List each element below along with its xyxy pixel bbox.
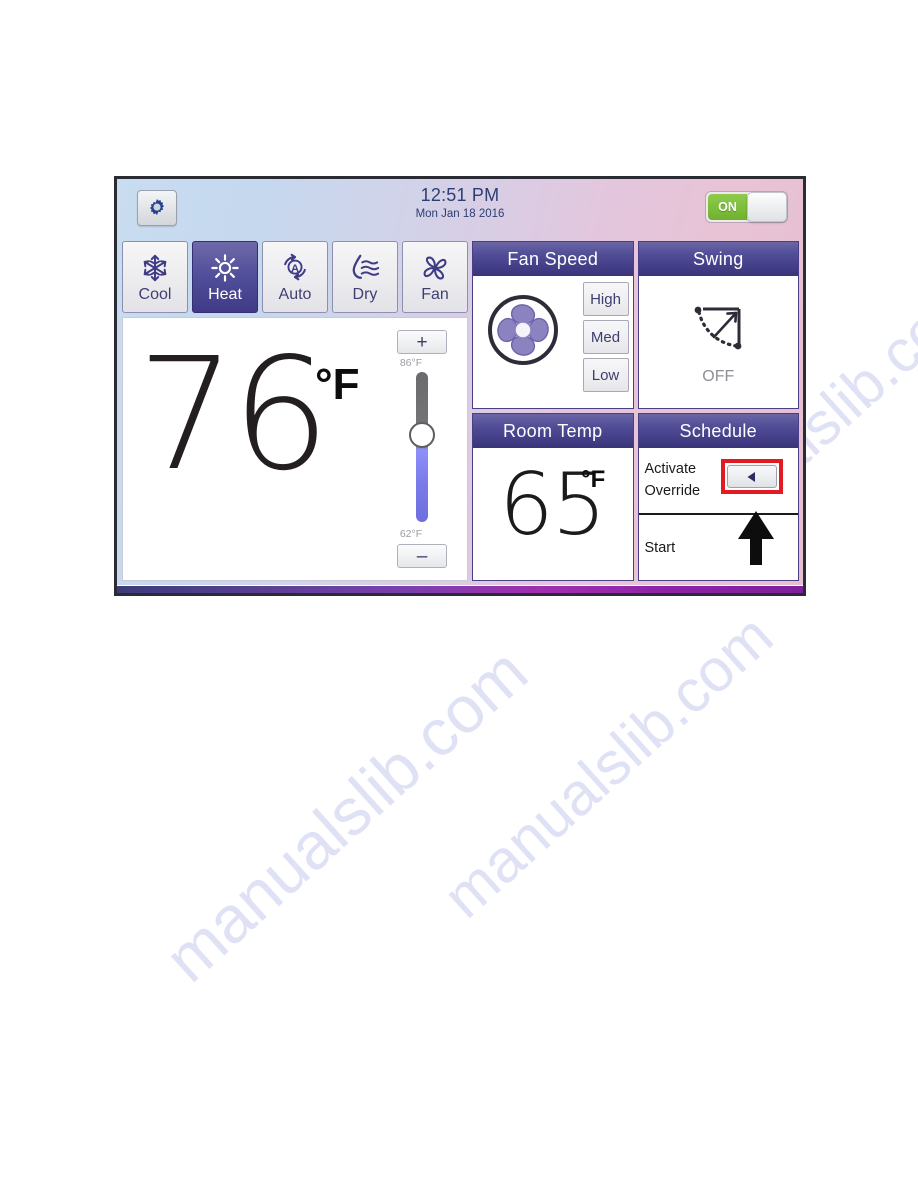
mode-button-label: Cool	[138, 285, 172, 303]
setpoint-slider-track[interactable]	[409, 372, 435, 522]
up-arrow-annotation-icon	[735, 509, 777, 567]
override-highlight-annotation	[720, 459, 783, 494]
schedule-content-wrap: Activate Override Start	[638, 448, 799, 580]
schedule-start-label: Start	[644, 539, 676, 556]
mode-button-auto[interactable]: A Auto	[262, 241, 328, 313]
svg-text:A: A	[291, 262, 299, 274]
mode-button-label: Auto	[278, 285, 312, 303]
power-toggle-thumb[interactable]	[747, 192, 787, 222]
mode-button-fan[interactable]: Fan	[402, 241, 468, 313]
left-triangle-icon	[747, 471, 755, 482]
fan-speed-option-med[interactable]: Med	[582, 320, 629, 354]
swing-status: OFF	[702, 367, 735, 385]
mode-button-label: Fan	[421, 285, 449, 303]
screen-body: Cool Heat A Auto Dry Fan 76 °F + 86°F 62…	[117, 237, 803, 585]
mode-button-dry[interactable]: Dry	[332, 241, 398, 313]
fan-speed-content: High Med Low	[473, 276, 633, 408]
right-column: Fan Speed High Med Low Swing OFF Room Te…	[472, 237, 803, 585]
water-drop-waves-icon	[349, 251, 381, 285]
schedule-override-row: Activate Override	[638, 448, 798, 515]
mode-button-row: Cool Heat A Auto Dry Fan	[122, 241, 468, 313]
clock: 12:51 PM Mon Jan 18 2016	[117, 185, 803, 220]
power-toggle-label: ON	[708, 194, 747, 220]
clock-time: 12:51 PM	[420, 185, 500, 205]
slider-max-label: 86°F	[399, 357, 423, 369]
swing-content-wrap[interactable]: OFF	[638, 276, 798, 408]
auto-cycle-icon: A	[279, 251, 311, 285]
setpoint-increase-button[interactable]: +	[397, 330, 447, 354]
sun-icon	[210, 251, 240, 285]
panel-row-bottom: Room Temp 65 °F Schedule Activate Overri…	[472, 413, 799, 581]
setpoint-unit: °F	[315, 360, 360, 409]
fan-blades-icon	[483, 290, 563, 370]
schedule-start-row: Start	[639, 511, 799, 580]
setpoint-decrease-button[interactable]: –	[397, 544, 447, 568]
mode-button-label: Dry	[352, 285, 378, 303]
activate-override-button[interactable]	[726, 465, 777, 488]
fan-blades-icon	[420, 251, 450, 285]
fan-speed-title: Fan Speed	[473, 242, 633, 276]
snowflake-icon	[140, 251, 170, 285]
fan-speed-option-high[interactable]: High	[582, 282, 629, 316]
setpoint-slider-thumb[interactable]	[409, 422, 435, 448]
room-temp-unit: °F	[581, 466, 606, 493]
thermostat-screen: 12:51 PM Mon Jan 18 2016 ON Cool Heat A …	[117, 179, 803, 585]
setpoint-slider-group: + 86°F 62°F –	[383, 324, 461, 574]
room-temp-content: 65 °F	[473, 448, 633, 580]
status-header: 12:51 PM Mon Jan 18 2016 ON	[117, 179, 803, 237]
swing-title: Swing	[638, 242, 798, 276]
activate-override-label-line2: Override	[644, 482, 701, 499]
fan-speed-option-list: High Med Low	[582, 282, 629, 392]
schedule-panel: Schedule Activate Override Start	[637, 413, 799, 581]
slider-min-label: 62°F	[399, 528, 423, 540]
fan-speed-option-low[interactable]: Low	[582, 358, 629, 392]
activate-override-label: Activate Override	[645, 459, 727, 503]
room-temp-title: Room Temp	[473, 414, 633, 448]
mode-button-label: Heat	[208, 285, 242, 303]
thermostat-device-frame: 12:51 PM Mon Jan 18 2016 ON Cool Heat A …	[114, 176, 806, 596]
panel-row-top: Fan Speed High Med Low Swing OFF	[472, 241, 799, 409]
fan-speed-panel: Fan Speed High Med Low	[472, 241, 634, 409]
swing-panel: Swing OFF	[637, 241, 799, 409]
power-toggle[interactable]: ON	[705, 191, 788, 223]
swing-arc-arrow-icon	[681, 299, 755, 366]
watermark-text: manualslib.com	[430, 601, 786, 931]
setpoint-value: 76	[137, 324, 330, 505]
left-column: Cool Heat A Auto Dry Fan 76 °F + 86°F 62…	[117, 237, 472, 585]
activate-override-label-line1: Activate	[644, 460, 697, 477]
watermark-text: manualslib.com	[150, 633, 541, 996]
setpoint-panel: 76 °F + 86°F 62°F –	[122, 317, 468, 581]
mode-button-cool[interactable]: Cool	[122, 241, 188, 313]
mode-button-heat[interactable]: Heat	[192, 241, 258, 313]
room-temp-panel: Room Temp 65 °F	[472, 413, 634, 581]
schedule-title: Schedule	[638, 414, 798, 448]
clock-date: Mon Jan 18 2016	[415, 208, 505, 220]
